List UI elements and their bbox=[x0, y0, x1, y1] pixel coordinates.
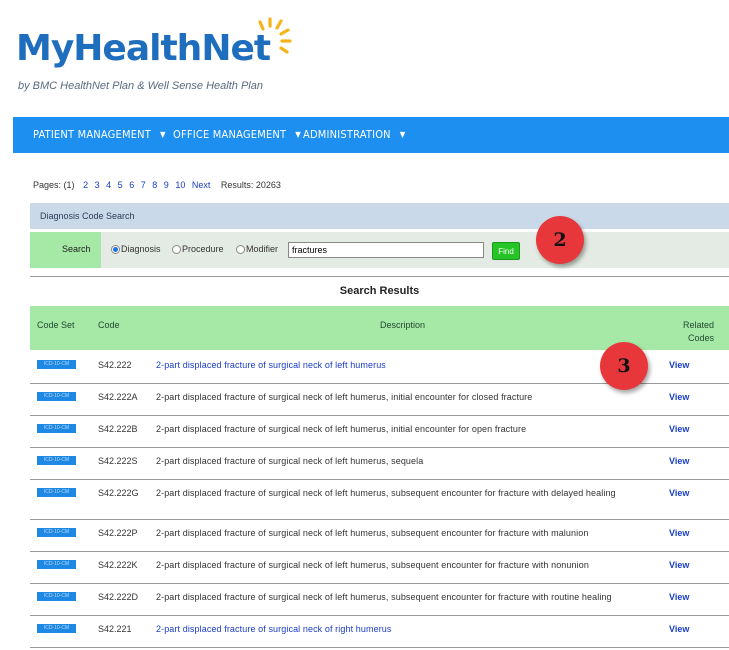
page-link-4[interactable]: 4 bbox=[106, 180, 111, 190]
radio-diagnosis[interactable]: Diagnosis bbox=[111, 242, 161, 256]
description-cell: 2-part displaced fracture of surgical ne… bbox=[156, 592, 612, 602]
code-cell: S42.222B bbox=[98, 424, 138, 434]
code-cell: S42.221 bbox=[98, 624, 132, 634]
radio-label: Modifier bbox=[246, 244, 279, 254]
radio-label: Diagnosis bbox=[121, 244, 161, 254]
pages-prefix: Pages: bbox=[33, 180, 62, 190]
search-section-header bbox=[30, 203, 729, 229]
code-set-chip: ICD-10-CM bbox=[37, 560, 76, 569]
page-link-5[interactable]: 5 bbox=[118, 180, 123, 190]
view-related-link[interactable]: View bbox=[669, 528, 689, 538]
view-related-link[interactable]: View bbox=[669, 560, 689, 570]
logo-text-myhealth: MyHealth bbox=[16, 28, 202, 69]
sun-rays-icon bbox=[258, 17, 292, 54]
table-row: ICD-10-CM S42.221 2-part displaced fractur… bbox=[30, 616, 729, 648]
page-link-6[interactable]: 6 bbox=[129, 180, 134, 190]
radio-selected-icon[interactable] bbox=[111, 244, 120, 254]
code-set-chip: ICD-10-CM bbox=[37, 456, 76, 465]
nav-label: PATIENT MANAGEMENT bbox=[33, 128, 152, 141]
nav-office-management[interactable]: OFFICE MANAGEMENT ▼ bbox=[173, 117, 301, 153]
view-related-link[interactable]: View bbox=[669, 592, 689, 602]
description-cell: 2-part displaced fracture of surgical ne… bbox=[156, 456, 424, 466]
page-link-10[interactable]: 10 bbox=[175, 180, 185, 190]
page-link-7[interactable]: 7 bbox=[141, 180, 146, 190]
code-set-chip: ICD-10-CM bbox=[37, 360, 76, 369]
main-navbar: PATIENT MANAGEMENT ▼ OFFICE MANAGEMENT ▼ A… bbox=[13, 117, 729, 153]
view-related-link[interactable]: View bbox=[669, 624, 689, 634]
code-cell: S42.222G bbox=[98, 488, 139, 498]
callout-badge-3: 3 bbox=[600, 342, 648, 390]
page-link-3[interactable]: 3 bbox=[95, 180, 100, 190]
divider bbox=[30, 276, 729, 277]
code-set-chip: ICD-10-CM bbox=[37, 624, 76, 633]
view-related-link[interactable]: View bbox=[669, 360, 689, 370]
code-cell: S42.222S bbox=[98, 456, 138, 466]
code-cell: S42.222A bbox=[98, 392, 138, 402]
nav-label: ADMINISTRATION bbox=[303, 128, 391, 141]
code-cell: S42.222D bbox=[98, 592, 139, 602]
col-header-code: Code bbox=[98, 320, 120, 330]
page-link-9[interactable]: 9 bbox=[164, 180, 169, 190]
code-set-chip: ICD-10-CM bbox=[37, 424, 76, 433]
col-header-code-set: Code Set bbox=[37, 320, 75, 330]
search-input[interactable] bbox=[288, 242, 484, 258]
logo-wordmark: MyHealthNet bbox=[16, 28, 271, 69]
search-section-title: Diagnosis Code Search bbox=[40, 211, 135, 221]
radio-procedure[interactable]: Procedure bbox=[172, 242, 224, 256]
search-label: Search bbox=[62, 244, 91, 254]
results-count: Results: 20263 bbox=[220, 180, 281, 190]
table-row: ICD-10-CM S42.222K 2-part displaced fractu… bbox=[30, 552, 729, 584]
table-row: ICD-10-CM S42.222D 2-part displaced fractu… bbox=[30, 584, 729, 616]
table-row: ICD-10-CM S42.222B 2-part displaced fractu… bbox=[30, 416, 729, 448]
radio-label: Procedure bbox=[182, 244, 224, 254]
results-title: Search Results bbox=[339, 285, 420, 297]
caret-down-icon: ▼ bbox=[295, 130, 301, 139]
radio-modifier[interactable]: Modifier bbox=[236, 242, 278, 256]
table-row: ICD-10-CM S42.222S 2-part displaced fractu… bbox=[30, 448, 729, 480]
nav-patient-management[interactable]: PATIENT MANAGEMENT ▼ bbox=[33, 117, 166, 153]
code-cell: S42.222 bbox=[98, 360, 132, 370]
description-cell: 2-part displaced fracture of surgical ne… bbox=[156, 488, 616, 498]
nav-administration[interactable]: ADMINISTRATION ▼ bbox=[303, 117, 406, 153]
table-row: ICD-10-CM S42.222P 2-part displaced fractu… bbox=[30, 520, 729, 552]
code-set-chip: ICD-10-CM bbox=[37, 488, 76, 497]
pagination: Pages: (1) 2 3 4 5 6 7 8 9 10 Next Resul… bbox=[33, 180, 281, 190]
description-cell[interactable]: 2-part displaced fracture of surgical ne… bbox=[156, 622, 666, 636]
current-page: (1) bbox=[63, 180, 75, 190]
code-cell: S42.222K bbox=[98, 560, 138, 570]
description-cell: 2-part displaced fracture of surgical ne… bbox=[156, 560, 589, 570]
view-related-link[interactable]: View bbox=[669, 424, 689, 434]
nav-label: OFFICE MANAGEMENT bbox=[173, 128, 287, 141]
tagline: by BMC HealthNet Plan & Well Sense Healt… bbox=[18, 80, 263, 92]
code-set-chip: ICD-10-CM bbox=[37, 528, 76, 537]
view-related-link[interactable]: View bbox=[669, 488, 689, 498]
table-row: ICD-10-CM S42.222G 2-part displaced fractu… bbox=[30, 480, 729, 520]
radio-unselected-icon[interactable] bbox=[236, 244, 245, 254]
callout-badge-2: 2 bbox=[536, 216, 584, 264]
code-cell: S42.222P bbox=[98, 528, 138, 538]
col-header-codes: Codes bbox=[688, 333, 715, 343]
page-link-8[interactable]: 8 bbox=[152, 180, 157, 190]
description-cell: 2-part displaced fracture of surgical ne… bbox=[156, 392, 533, 402]
radio-unselected-icon[interactable] bbox=[172, 244, 181, 254]
caret-down-icon: ▼ bbox=[160, 130, 166, 139]
description-cell[interactable]: 2-part displaced fracture of surgical ne… bbox=[156, 358, 666, 372]
find-button[interactable]: Find bbox=[492, 242, 520, 260]
code-set-chip: ICD-10-CM bbox=[37, 592, 76, 601]
view-related-link[interactable]: View bbox=[669, 392, 689, 402]
next-page-link[interactable]: Next bbox=[192, 180, 211, 190]
col-header-description: Description bbox=[380, 320, 426, 330]
page-link-2[interactable]: 2 bbox=[83, 180, 88, 190]
myhealthnet-logo[interactable]: MyHealthNet bbox=[16, 16, 316, 76]
description-cell: 2-part displaced fracture of surgical ne… bbox=[156, 528, 589, 538]
code-set-chip: ICD-10-CM bbox=[37, 392, 76, 401]
view-related-link[interactable]: View bbox=[669, 456, 689, 466]
caret-down-icon: ▼ bbox=[399, 130, 406, 139]
col-header-related: Related bbox=[683, 320, 715, 330]
description-cell: 2-part displaced fracture of surgical ne… bbox=[156, 424, 527, 434]
